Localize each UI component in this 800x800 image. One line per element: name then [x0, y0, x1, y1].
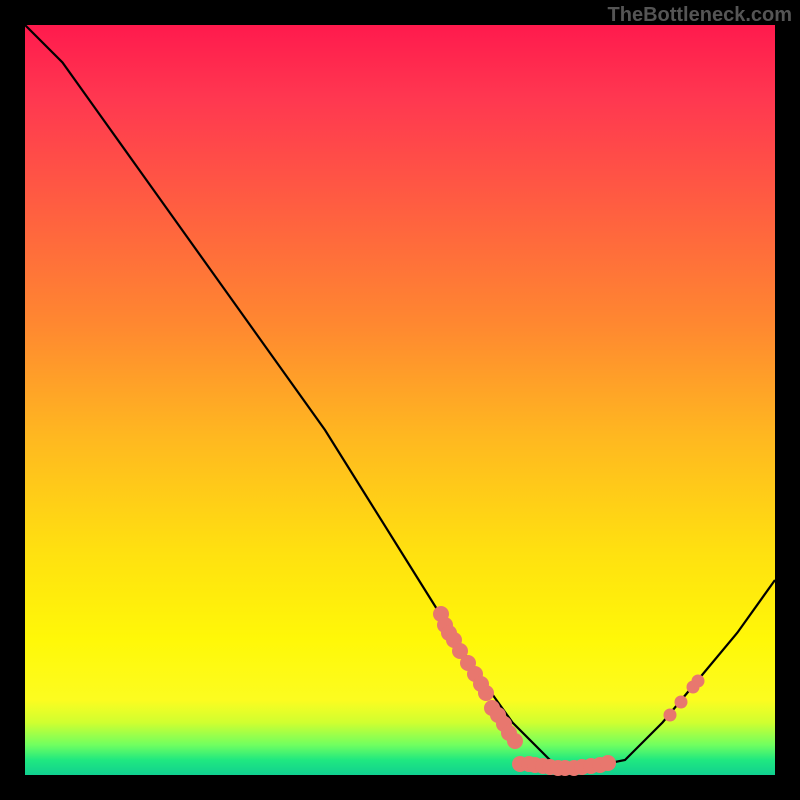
- data-point-marker: [664, 709, 677, 722]
- data-point-marker: [691, 674, 704, 687]
- watermark-text: TheBottleneck.com: [608, 4, 792, 27]
- data-point-marker: [507, 733, 523, 749]
- data-point-marker: [600, 755, 616, 771]
- data-point-marker: [478, 685, 494, 701]
- curve-svg: [25, 25, 775, 775]
- plot-area: [25, 25, 775, 775]
- data-point-marker: [675, 695, 688, 708]
- bottleneck-curve: [25, 25, 775, 768]
